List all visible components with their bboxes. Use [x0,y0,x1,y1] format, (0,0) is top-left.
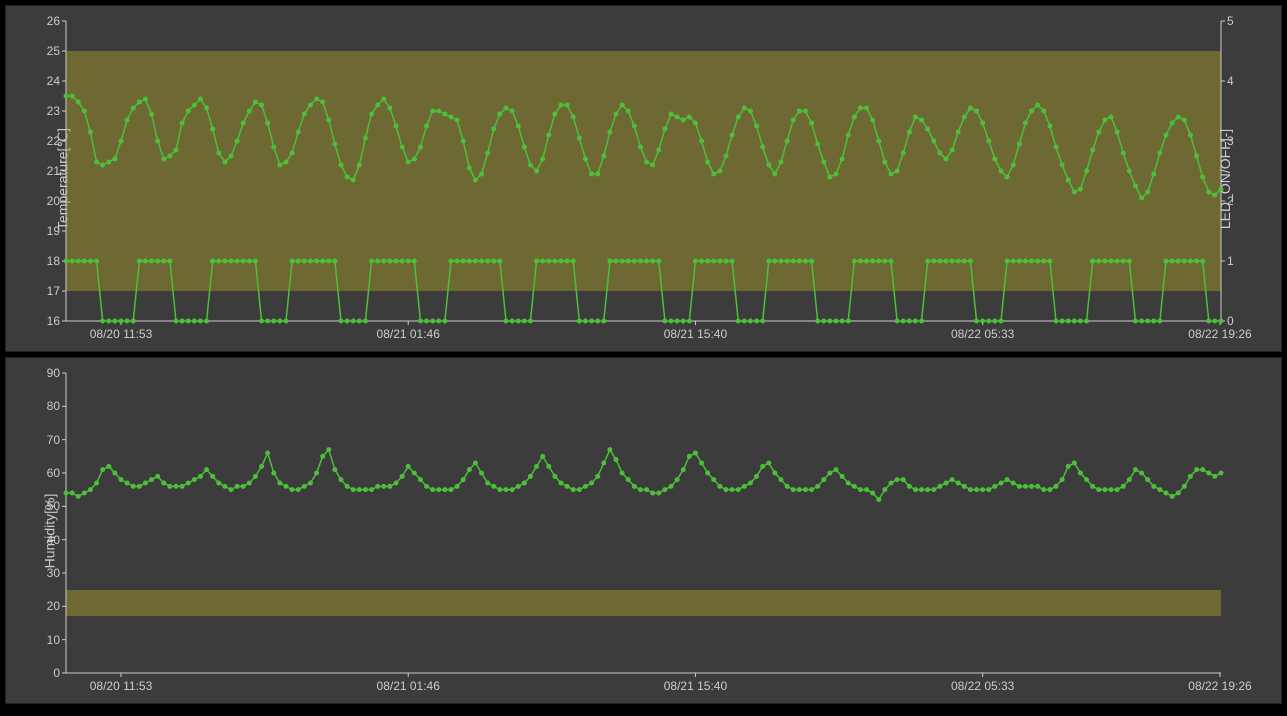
y-left-tick: 25 [47,44,66,58]
y-left-tick: 21 [47,164,66,178]
y-left-tick: 23 [47,104,66,118]
x-tick: 08/20 11:53 [90,321,153,341]
y-left-tick: 60 [47,466,66,480]
y-right-tick: 4 [1221,74,1234,88]
humidity-panel: Humidity[%] 010203040506070809008/20 11:… [5,357,1282,704]
x-tick: 08/22 19:26 [1188,321,1251,341]
y-right-tick: 1 [1221,254,1234,268]
x-tick: 08/21 01:46 [377,673,440,693]
y-left-tick: 22 [47,134,66,148]
y-left-tick: 17 [47,284,66,298]
x-tick: 08/21 15:40 [664,321,727,341]
y-right-tick: 5 [1221,14,1234,28]
x-tick: 08/21 01:46 [377,321,440,341]
y-left-tick: 26 [47,14,66,28]
x-tick: 08/22 05:33 [951,321,1014,341]
y-left-tick: 20 [47,194,66,208]
y-left-tick: 80 [47,399,66,413]
y-left-tick: 10 [47,633,66,647]
y-left-tick: 16 [47,314,66,328]
y-left-tick: 20 [47,599,66,613]
y-left-tick: 90 [47,366,66,380]
temperature-led-panel: Temperature[℃] LED_ON/OFF[-] 16171819202… [5,5,1282,352]
y-left-tick: 0 [53,666,66,680]
x-tick: 08/22 05:33 [951,673,1014,693]
y-left-tick: 24 [47,74,66,88]
y-left-tick: 50 [47,499,66,513]
plot-area-bot[interactable]: 010203040506070809008/20 11:5308/21 01:4… [66,373,1221,673]
y-left-tick: 30 [47,566,66,580]
y-left-tick: 70 [47,433,66,447]
y-left-tick: 40 [47,533,66,547]
x-tick: 08/22 19:26 [1188,673,1251,693]
y-right-tick: 2 [1221,194,1234,208]
dashboard: Temperature[℃] LED_ON/OFF[-] 16171819202… [0,5,1287,716]
x-tick: 08/21 15:40 [664,673,727,693]
y-right-tick: 3 [1221,134,1234,148]
plot-area-top[interactable]: 161718192021222324252601234508/20 11:530… [66,21,1221,321]
y-left-tick: 18 [47,254,66,268]
x-tick: 08/20 11:53 [90,673,153,693]
y-left-tick: 19 [47,224,66,238]
